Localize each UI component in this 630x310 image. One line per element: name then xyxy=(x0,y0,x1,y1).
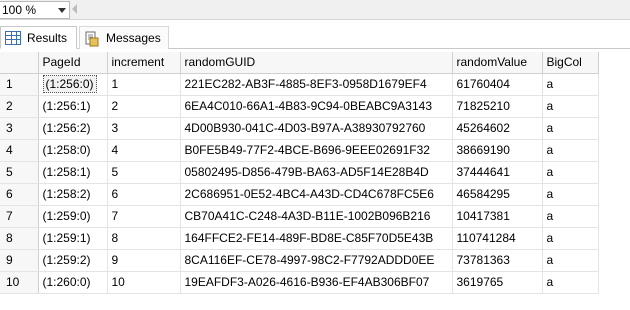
cell-bigcol[interactable]: a xyxy=(542,117,599,140)
column-header-randomguid[interactable]: randomGUID xyxy=(180,52,453,74)
cell-bigcol[interactable]: a xyxy=(542,73,599,96)
row-number[interactable]: 8 xyxy=(0,227,39,250)
header-row: PageId increment randomGUID randomValue … xyxy=(0,52,599,74)
tab-messages-label: Messages xyxy=(106,31,161,45)
cell-increment[interactable]: 4 xyxy=(107,139,181,162)
cell-increment[interactable]: 6 xyxy=(107,183,181,206)
cell-randomguid[interactable]: 164FFCE2-FE14-489F-BD8E-C85F70D5E43B xyxy=(180,227,453,250)
cell-randomguid[interactable]: 6EA4C010-66A1-4B83-9C94-0BEABC9A3143 xyxy=(180,95,453,118)
chevron-down-icon[interactable] xyxy=(58,8,66,13)
table-row[interactable]: 1 (1:256:0) 1 221EC282-AB3F-4885-8EF3-09… xyxy=(0,73,599,96)
cell-increment[interactable]: 1 xyxy=(107,73,181,96)
row-number[interactable]: 3 xyxy=(0,117,39,140)
column-header-increment[interactable]: increment xyxy=(107,52,181,74)
cell-randomguid[interactable]: B0FE5B49-77F2-4BCE-B696-9EEE02691F32 xyxy=(180,139,453,162)
table-row[interactable]: 4 (1:258:0) 4 B0FE5B49-77F2-4BCE-B696-9E… xyxy=(0,139,599,162)
row-number[interactable]: 5 xyxy=(0,161,39,184)
messages-icon xyxy=(84,31,100,47)
results-grid[interactable]: PageId increment randomGUID randomValue … xyxy=(0,52,599,294)
cell-bigcol[interactable]: a xyxy=(542,161,599,184)
results-tabbar: Results Messages xyxy=(0,24,630,49)
cell-randomguid[interactable]: 19EAFDF3-A026-4616-B936-EF4AB306BF07 xyxy=(180,271,453,294)
cell-pageid[interactable]: (1:258:1) xyxy=(38,161,108,184)
row-number[interactable]: 9 xyxy=(0,249,39,272)
cell-bigcol[interactable]: a xyxy=(542,183,599,206)
table-row[interactable]: 10 (1:260:0) 10 19EAFDF3-A026-4616-B936-… xyxy=(0,271,599,294)
row-number[interactable]: 10 xyxy=(0,271,39,294)
cell-increment[interactable]: 10 xyxy=(107,271,181,294)
cell-randomvalue[interactable]: 3619765 xyxy=(452,271,543,294)
table-row[interactable]: 9 (1:259:2) 9 8CA116EF-CE78-4997-98C2-F7… xyxy=(0,249,599,272)
cell-randomvalue[interactable]: 61760404 xyxy=(452,73,543,96)
cell-bigcol[interactable]: a xyxy=(542,227,599,250)
cell-pageid[interactable]: (1:256:0) xyxy=(38,73,108,96)
cell-randomguid[interactable]: 2C686951-0E52-4BC4-A43D-CD4C678FC5E6 xyxy=(180,183,453,206)
grid-corner[interactable] xyxy=(0,52,39,74)
table-row[interactable]: 8 (1:259:1) 8 164FFCE2-FE14-489F-BD8E-C8… xyxy=(0,227,599,250)
cell-bigcol[interactable]: a xyxy=(542,249,599,272)
row-number[interactable]: 6 xyxy=(0,183,39,206)
cell-increment[interactable]: 3 xyxy=(107,117,181,140)
cell-randomvalue[interactable]: 71825210 xyxy=(452,95,543,118)
table-row[interactable]: 3 (1:256:2) 3 4D00B930-041C-4D03-B97A-A3… xyxy=(0,117,599,140)
row-number[interactable]: 4 xyxy=(0,139,39,162)
cell-pageid[interactable]: (1:259:2) xyxy=(38,249,108,272)
cell-bigcol[interactable]: a xyxy=(542,139,599,162)
cell-randomvalue[interactable]: 46584295 xyxy=(452,183,543,206)
cell-bigcol[interactable]: a xyxy=(542,271,599,294)
cell-pageid[interactable]: (1:260:0) xyxy=(38,271,108,294)
cell-randomvalue[interactable]: 110741284 xyxy=(452,227,543,250)
table-row[interactable]: 7 (1:259:0) 7 CB70A41C-C248-4A3D-B11E-10… xyxy=(0,205,599,228)
column-header-bigcol[interactable]: BigCol xyxy=(542,52,599,74)
cell-randomguid[interactable]: CB70A41C-C248-4A3D-B11E-1002B096B216 xyxy=(180,205,453,228)
cell-randomvalue[interactable]: 38669190 xyxy=(452,139,543,162)
tab-results-label: Results xyxy=(27,30,68,45)
cell-randomvalue[interactable]: 73781363 xyxy=(452,249,543,272)
scroll-left-icon[interactable] xyxy=(72,4,77,14)
grid-icon xyxy=(5,30,21,45)
cell-increment[interactable]: 9 xyxy=(107,249,181,272)
cell-increment[interactable]: 8 xyxy=(107,227,181,250)
selected-cell-value: (1:256:0) xyxy=(42,75,97,93)
cell-pageid[interactable]: (1:259:1) xyxy=(38,227,108,250)
column-header-pageid[interactable]: PageId xyxy=(38,52,108,74)
zoom-value: 100 % xyxy=(2,3,37,17)
tab-results[interactable]: Results xyxy=(0,26,77,49)
table-row[interactable]: 2 (1:256:1) 2 6EA4C010-66A1-4B83-9C94-0B… xyxy=(0,95,599,118)
cell-randomvalue[interactable]: 45264602 xyxy=(452,117,543,140)
tab-messages[interactable]: Messages xyxy=(79,26,169,49)
cell-pageid[interactable]: (1:256:1) xyxy=(38,95,108,118)
table-row[interactable]: 5 (1:258:1) 5 05802495-D856-479B-BA63-AD… xyxy=(0,161,599,184)
row-number[interactable]: 1 xyxy=(0,73,39,96)
zoom-dropdown[interactable]: 100 % xyxy=(0,1,70,19)
cell-bigcol[interactable]: a xyxy=(542,95,599,118)
cell-pageid[interactable]: (1:256:2) xyxy=(38,117,108,140)
zoom-toolbar: 100 % xyxy=(0,0,630,20)
cell-pageid[interactable]: (1:259:0) xyxy=(38,205,108,228)
cell-randomguid[interactable]: 221EC282-AB3F-4885-8EF3-0958D1679EF4 xyxy=(180,73,453,96)
cell-randomguid[interactable]: 4D00B930-041C-4D03-B97A-A38930792760 xyxy=(180,117,453,140)
cell-increment[interactable]: 5 xyxy=(107,161,181,184)
cell-increment[interactable]: 7 xyxy=(107,205,181,228)
column-header-randomvalue[interactable]: randomValue xyxy=(452,52,543,74)
cell-bigcol[interactable]: a xyxy=(542,205,599,228)
cell-randomguid[interactable]: 8CA116EF-CE78-4997-98C2-F7792ADDD0EE xyxy=(180,249,453,272)
row-number[interactable]: 7 xyxy=(0,205,39,228)
cell-randomvalue[interactable]: 10417381 xyxy=(452,205,543,228)
cell-pageid[interactable]: (1:258:2) xyxy=(38,183,108,206)
cell-randomvalue[interactable]: 37444641 xyxy=(452,161,543,184)
cell-pageid[interactable]: (1:258:0) xyxy=(38,139,108,162)
row-number[interactable]: 2 xyxy=(0,95,39,118)
cell-randomguid[interactable]: 05802495-D856-479B-BA63-AD5F14E28B4D xyxy=(180,161,453,184)
cell-increment[interactable]: 2 xyxy=(107,95,181,118)
table-row[interactable]: 6 (1:258:2) 6 2C686951-0E52-4BC4-A43D-CD… xyxy=(0,183,599,206)
